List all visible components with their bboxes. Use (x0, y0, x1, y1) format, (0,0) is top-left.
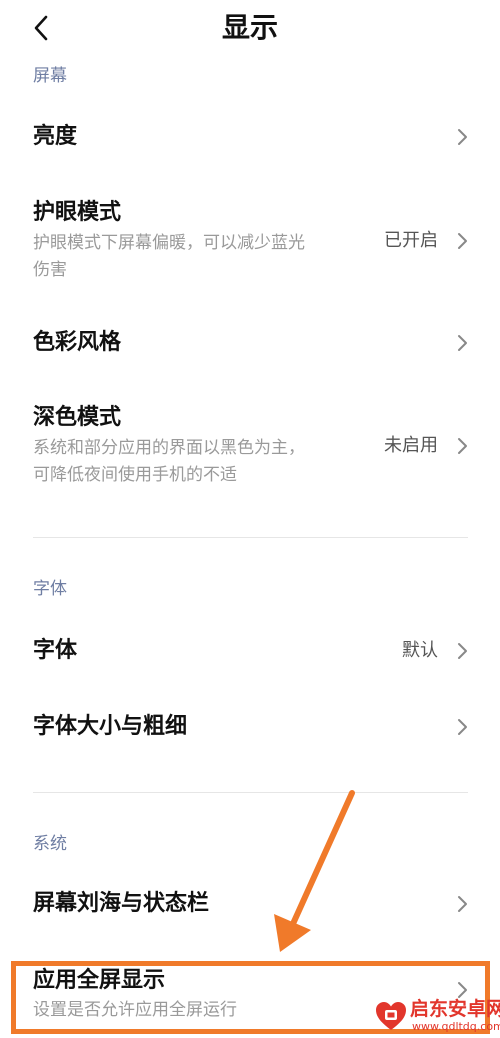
setting-description-line: 设置是否允许应用全屏运行 (33, 1000, 237, 1020)
setting-row-font[interactable]: 字体 默认 (0, 615, 500, 687)
chevron-right-icon (458, 335, 467, 351)
setting-description-line: 系统和部分应用的界面以黑色为主， (33, 438, 305, 458)
setting-title: 护眼模式 (33, 200, 122, 225)
chevron-right-icon (458, 233, 467, 249)
setting-value: 默认 (402, 640, 438, 661)
section-divider (33, 792, 468, 793)
chevron-right-icon (458, 643, 467, 659)
chevron-right-icon (458, 129, 467, 145)
chevron-right-icon (458, 719, 467, 735)
setting-row-font-size-weight[interactable]: 字体大小与粗细 (0, 692, 500, 764)
setting-title: 屏幕刘海与状态栏 (33, 891, 210, 916)
section-title-system: 系统 (33, 834, 67, 854)
top-bar: 显示 (0, 0, 500, 56)
watermark: 启东安卓网 www.qdltdq.com (372, 997, 500, 1037)
section-title-font: 字体 (33, 579, 67, 599)
setting-title: 亮度 (33, 124, 78, 149)
section-title-screen: 屏幕 (33, 66, 67, 86)
setting-title: 应用全屏显示 (33, 968, 166, 993)
watermark-url: www.qdltdq.com (412, 1020, 500, 1033)
section-divider (33, 537, 468, 538)
setting-row-notch-status-bar[interactable]: 屏幕刘海与状态栏 (0, 870, 500, 942)
setting-title: 深色模式 (33, 405, 122, 430)
setting-title: 色彩风格 (33, 330, 122, 355)
setting-row-dark-mode[interactable]: 深色模式 系统和部分应用的界面以黑色为主， 可降低夜间使用手机的不适 未启用 (0, 385, 500, 497)
setting-title: 字体 (33, 638, 78, 663)
chevron-right-icon (458, 438, 467, 454)
setting-description-line: 护眼模式下屏幕偏暖，可以减少蓝光 (33, 233, 305, 253)
setting-description-line: 可降低夜间使用手机的不适 (33, 465, 237, 485)
setting-value: 已开启 (384, 230, 438, 251)
setting-description-line: 伤害 (33, 260, 67, 280)
page-title: 显示 (221, 11, 278, 44)
setting-row-brightness[interactable]: 亮度 (0, 100, 500, 174)
setting-value: 未启用 (384, 435, 438, 456)
setting-row-eye-care[interactable]: 护眼模式 护眼模式下屏幕偏暖，可以减少蓝光 伤害 已开启 (0, 180, 500, 290)
chevron-right-icon (458, 896, 467, 912)
heart-logo-icon (376, 1002, 406, 1030)
setting-title: 字体大小与粗细 (33, 714, 188, 739)
setting-row-color-style[interactable]: 色彩风格 (0, 306, 500, 380)
watermark-name: 启东安卓网 (410, 998, 500, 1020)
